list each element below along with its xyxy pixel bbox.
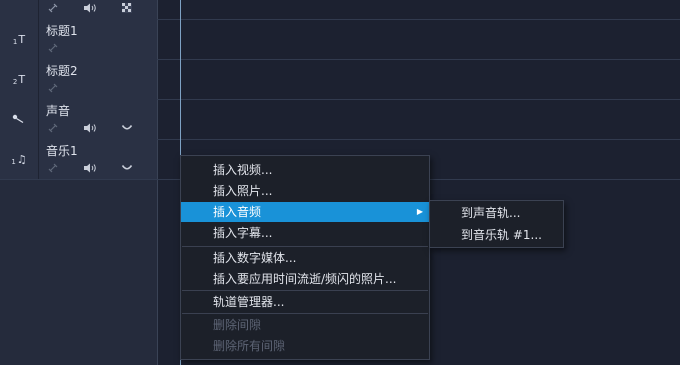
link-icon[interactable] bbox=[44, 1, 62, 15]
link-icon[interactable] bbox=[44, 81, 62, 95]
track-controls bbox=[44, 81, 81, 95]
menu-item-delete-all-gaps[interactable]: 删除所有间隙 bbox=[181, 336, 429, 356]
menu-item-label: 轨道管理器... bbox=[213, 295, 285, 309]
menu-item-label: 插入视频... bbox=[213, 163, 273, 177]
menu-item-label: 删除间隙 bbox=[213, 318, 262, 332]
menu-item-label: 插入照片... bbox=[213, 184, 273, 198]
menu-item-label: 删除所有间隙 bbox=[213, 339, 286, 353]
menu-item-label: 插入音频 bbox=[213, 205, 262, 219]
track-type-indicator bbox=[0, 0, 39, 19]
track-row-video bbox=[0, 0, 680, 20]
menu-item-label: 插入数字媒体... bbox=[213, 251, 297, 265]
menu-item-label: 插入字幕... bbox=[213, 226, 273, 240]
music-track-icon: 1 ♫ bbox=[0, 139, 39, 179]
title-t-icon: T bbox=[18, 72, 26, 86]
menu-separator bbox=[182, 246, 428, 247]
track-number: 2 bbox=[12, 78, 18, 86]
chevron-down-icon[interactable] bbox=[118, 121, 136, 135]
link-icon[interactable] bbox=[44, 121, 62, 135]
submenu-item-to-voice-track[interactable]: 到声音轨... bbox=[430, 202, 563, 224]
voice-track-icon bbox=[0, 99, 39, 139]
link-icon[interactable] bbox=[44, 161, 62, 175]
microphone-icon bbox=[12, 114, 24, 124]
menu-item-insert-photo[interactable]: 插入照片... bbox=[181, 181, 429, 201]
track-controls bbox=[44, 161, 155, 175]
track-name[interactable]: 标题1 bbox=[46, 22, 78, 39]
menu-item-label: 插入要应用时间流逝/频闪的照片... bbox=[213, 272, 397, 286]
menu-item-insert-video[interactable]: 插入视频... bbox=[181, 160, 429, 180]
track-row-voice: 声音 bbox=[0, 99, 680, 140]
title-track-icon: 1 T bbox=[0, 19, 39, 59]
audio-submenu: 到声音轨... 到音乐轨 #1... bbox=[429, 200, 564, 248]
track-header[interactable]: 2 T 标题2 bbox=[0, 59, 157, 99]
menu-item-insert-audio[interactable]: 插入音频 ▶ bbox=[181, 202, 429, 222]
track-number: 1 bbox=[12, 38, 18, 46]
track-number: 1 bbox=[11, 158, 16, 166]
submenu-item-label: 到音乐轨 #1... bbox=[461, 228, 542, 242]
menu-item-track-manager[interactable]: 轨道管理器... bbox=[181, 292, 429, 312]
submenu-item-label: 到声音轨... bbox=[461, 206, 521, 220]
menu-item-insert-subtitle[interactable]: 插入字幕... bbox=[181, 223, 429, 243]
menu-separator bbox=[182, 290, 428, 291]
track-row-title2: 2 T 标题2 bbox=[0, 59, 680, 100]
track-header[interactable]: 1 ♫ 音乐1 bbox=[0, 139, 157, 179]
link-icon[interactable] bbox=[44, 41, 62, 55]
track-header[interactable]: 声音 bbox=[0, 99, 157, 139]
track-controls bbox=[44, 121, 155, 135]
chevron-down-icon[interactable] bbox=[118, 161, 136, 175]
title-t-icon: T bbox=[18, 32, 26, 46]
menu-item-insert-digital-media[interactable]: 插入数字媒体... bbox=[181, 248, 429, 268]
track-name[interactable]: 声音 bbox=[46, 102, 70, 119]
track-name[interactable]: 音乐1 bbox=[46, 142, 78, 159]
speaker-icon[interactable] bbox=[81, 1, 99, 15]
checker-pattern-icon[interactable] bbox=[118, 1, 136, 15]
title-track-icon: 2 T bbox=[0, 59, 39, 99]
track-header[interactable] bbox=[0, 0, 157, 19]
speaker-icon[interactable] bbox=[81, 161, 99, 175]
track-controls bbox=[44, 1, 155, 15]
track-header[interactable]: 1 T 标题1 bbox=[0, 19, 157, 59]
track-controls bbox=[44, 41, 81, 55]
track-row-title1: 1 T 标题1 bbox=[0, 19, 680, 60]
music-note-icon: ♫ bbox=[16, 152, 27, 166]
menu-item-insert-timelapse-photo[interactable]: 插入要应用时间流逝/频闪的照片... bbox=[181, 269, 429, 289]
menu-separator bbox=[182, 313, 428, 314]
speaker-icon[interactable] bbox=[81, 121, 99, 135]
submenu-item-to-music-track-1[interactable]: 到音乐轨 #1... bbox=[430, 224, 563, 246]
track-name[interactable]: 标题2 bbox=[46, 62, 78, 79]
menu-item-delete-gap[interactable]: 删除间隙 bbox=[181, 315, 429, 335]
submenu-arrow-icon: ▶ bbox=[416, 207, 423, 216]
context-menu: 插入视频... 插入照片... 插入音频 ▶ 插入字幕... 插入数字媒体... … bbox=[180, 155, 430, 360]
